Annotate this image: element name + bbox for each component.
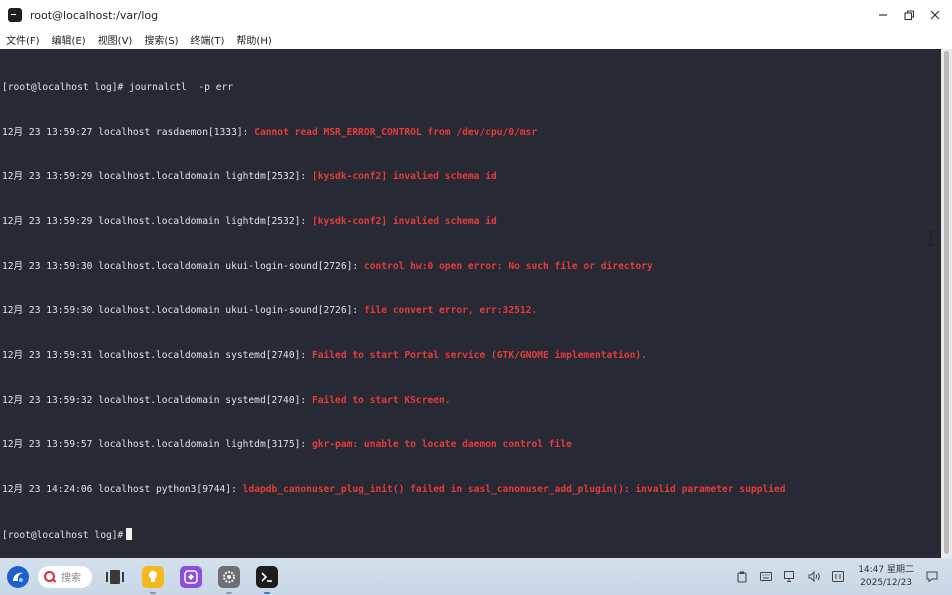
restore-button[interactable] xyxy=(896,2,922,28)
log-line: 12月 23 13:59:30 localhost.localdomain uk… xyxy=(2,260,941,275)
log-prefix: 12月 23 13:59:30 localhost.localdomain uk… xyxy=(2,260,364,272)
taskbar-clock[interactable]: 14:47 星期二 2025/12/23 xyxy=(858,564,914,590)
log-prefix: 12月 23 13:59:30 localhost.localdomain uk… xyxy=(2,305,364,317)
log-error-message: Failed to start KScreen. xyxy=(311,394,451,406)
log-prefix: 12月 23 13:59:29 localhost.localdomain li… xyxy=(2,171,312,183)
log-error-message: Failed to start Portal service (GTK/GNOM… xyxy=(311,350,647,362)
log-prefix: 12月 23 13:59:31 localhost.localdomain sy… xyxy=(2,350,312,362)
log-prefix: 12月 23 13:59:57 localhost.localdomain li… xyxy=(2,439,312,451)
log-prefix: 12月 23 14:24:06 localhost python3[9744]: xyxy=(2,484,243,496)
taskbar-search[interactable]: 搜索 xyxy=(38,565,92,588)
close-icon xyxy=(930,10,940,20)
bulb-icon xyxy=(149,570,157,582)
clock-date: 2025/12/23 xyxy=(860,577,913,588)
minimize-icon xyxy=(879,14,887,16)
taskbar-app-notes[interactable] xyxy=(142,565,164,594)
multitask-view-button[interactable] xyxy=(104,566,126,588)
multitask-icon xyxy=(106,569,124,584)
command-line: [root@localhost log]# journalctl -p err xyxy=(2,81,941,96)
search-icon xyxy=(44,571,55,582)
taskbar-app-purple[interactable] xyxy=(180,565,202,588)
log-line: 12月 23 14:24:06 localhost python3[9744]:… xyxy=(2,483,941,498)
menu-search[interactable]: 搜索(S) xyxy=(138,32,184,47)
notification-icon[interactable] xyxy=(924,569,940,585)
scrollbar-thumb[interactable] xyxy=(944,51,949,554)
log-line: 12月 23 13:59:29 localhost.localdomain li… xyxy=(2,170,941,185)
window-controls xyxy=(870,0,948,30)
log-line: 12月 23 13:59:31 localhost.localdomain sy… xyxy=(2,349,941,364)
gear-icon xyxy=(223,570,235,583)
terminal-output[interactable]: [root@localhost log]# journalctl -p err … xyxy=(0,49,941,558)
menu-bar: 文件(F) 编辑(E) 视图(V) 搜索(S) 终端(T) 帮助(H) xyxy=(0,30,952,48)
clock-time: 14:47 星期二 xyxy=(858,564,914,575)
menu-terminal[interactable]: 终端(T) xyxy=(185,32,231,47)
log-error-message: ldapdb_canonuser_plug_init() failed in s… xyxy=(242,484,786,496)
log-error-message: gkr-pam: unable to locate daemon control… xyxy=(311,439,572,451)
log-prefix: 12月 23 13:59:32 localhost.localdomain sy… xyxy=(2,394,312,406)
taskbar: 搜索 14:47 星期二 2025/12/23 xyxy=(0,558,952,595)
menu-help[interactable]: 帮助(H) xyxy=(230,32,277,47)
log-line: 12月 23 13:59:57 localhost.localdomain li… xyxy=(2,438,941,453)
active-indicator xyxy=(264,591,270,594)
running-indicator xyxy=(150,591,156,594)
menu-file[interactable]: 文件(F) xyxy=(0,32,46,47)
menu-view[interactable]: 视图(V) xyxy=(92,32,139,47)
log-line: 12月 23 13:59:32 localhost.localdomain sy… xyxy=(2,394,941,409)
command-text: journalctl -p err xyxy=(123,81,234,93)
display-icon[interactable] xyxy=(830,569,846,585)
terminal-icon xyxy=(261,571,272,582)
title-bar: root@localhost:/var/log xyxy=(0,0,952,30)
log-line: 12月 23 13:59:29 localhost.localdomain li… xyxy=(2,215,941,230)
volume-icon[interactable] xyxy=(806,569,822,585)
terminal-app-icon xyxy=(8,8,22,22)
final-prompt-line: [root@localhost log]# xyxy=(2,527,941,543)
log-error-message: Cannot read MSR_ERROR_CONTROL from /dev/… xyxy=(254,126,538,138)
app-grid-icon xyxy=(184,569,198,584)
ibeam-cursor-icon xyxy=(926,230,936,246)
terminal-scrollbar[interactable] xyxy=(941,49,952,558)
prompt: [root@localhost log]# xyxy=(2,529,124,541)
log-prefix: 12月 23 13:59:27 localhost rasdaemon[1333… xyxy=(2,126,255,138)
log-prefix: 12月 23 13:59:29 localhost.localdomain li… xyxy=(2,215,312,227)
taskbar-app-settings[interactable] xyxy=(218,565,240,594)
log-error-message: control hw:0 open error: No such file or… xyxy=(363,260,653,272)
log-line: 12月 23 13:59:30 localhost.localdomain uk… xyxy=(2,304,941,319)
log-error-message: [kysdk-conf2] invalied schema id xyxy=(311,215,497,227)
text-cursor xyxy=(126,527,133,540)
network-icon[interactable] xyxy=(782,569,798,585)
clipboard-icon[interactable] xyxy=(734,569,750,585)
window-title: root@localhost:/var/log xyxy=(30,8,159,22)
minimize-button[interactable] xyxy=(870,2,896,28)
start-logo-icon xyxy=(13,572,23,582)
system-tray: 14:47 星期二 2025/12/23 xyxy=(734,558,952,595)
prompt: [root@localhost log]# xyxy=(2,81,124,93)
search-label: 搜索 xyxy=(61,573,81,584)
restore-icon xyxy=(903,9,914,20)
running-indicator xyxy=(226,591,232,594)
log-error-message: [kysdk-conf2] invalied schema id xyxy=(311,171,497,183)
menu-edit[interactable]: 编辑(E) xyxy=(46,32,92,47)
keyboard-icon[interactable] xyxy=(758,569,774,585)
close-button[interactable] xyxy=(922,2,948,28)
start-menu-button[interactable] xyxy=(7,565,29,588)
log-line: 12月 23 13:59:27 localhost rasdaemon[1333… xyxy=(2,126,941,141)
taskbar-app-terminal[interactable] xyxy=(256,565,278,594)
log-error-message: file convert error, err:32512. xyxy=(363,305,538,317)
